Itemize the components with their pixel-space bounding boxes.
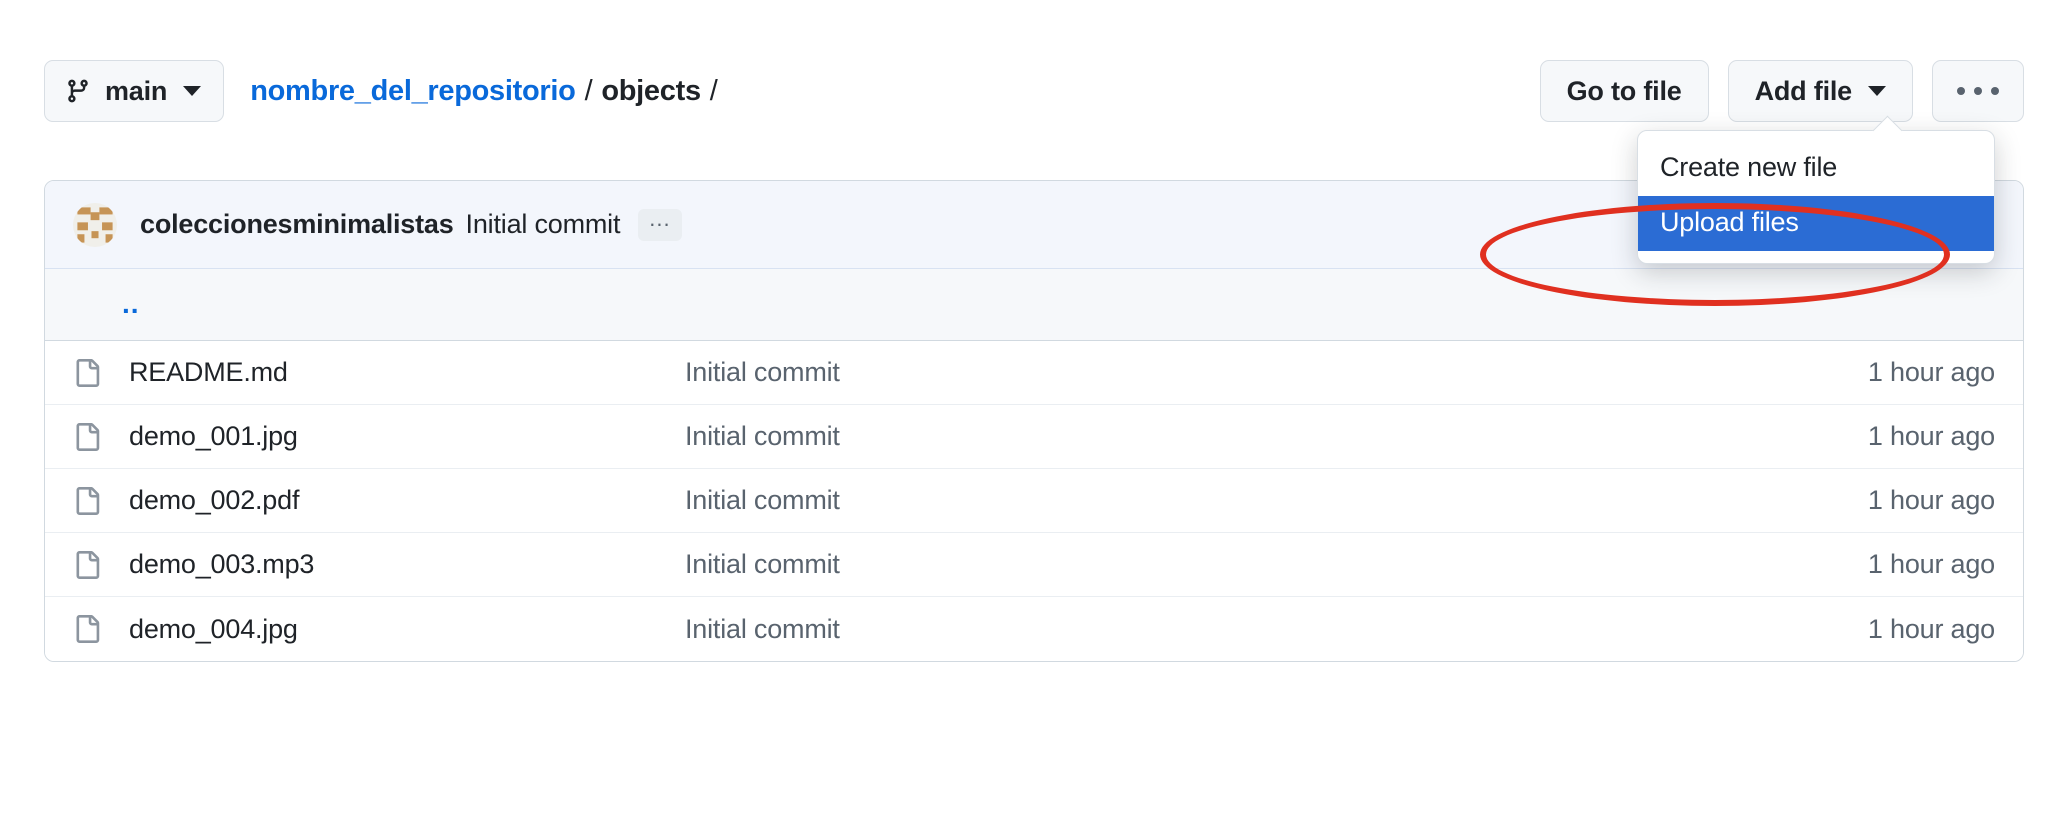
table-row[interactable]: demo_002.pdf Initial commit 1 hour ago	[45, 469, 2023, 533]
parent-directory-link[interactable]: ..	[122, 290, 140, 318]
breadcrumb-repo-link[interactable]: nombre_del_repositorio	[250, 75, 576, 108]
file-commit-message[interactable]: Initial commit	[685, 614, 1693, 645]
branch-selector-button[interactable]: main	[44, 60, 225, 122]
file-commit-message[interactable]: Initial commit	[685, 485, 1693, 516]
chevron-down-icon	[1868, 86, 1886, 96]
menu-item-create-new-file[interactable]: Create new file	[1638, 141, 1994, 196]
breadcrumb-current-directory: objects	[601, 74, 701, 107]
file-name-cell: demo_001.jpg	[45, 421, 685, 453]
menu-item-upload-files[interactable]: Upload files	[1638, 196, 1994, 251]
toolbar-actions: Go to file Add file Create new file Uplo…	[1539, 60, 2024, 264]
file-commit-time: 1 hour ago	[1867, 485, 1995, 515]
breadcrumb-separator: /	[584, 74, 593, 107]
table-row[interactable]: demo_004.jpg Initial commit 1 hour ago	[45, 597, 2023, 661]
commit-details-ellipsis-button[interactable]: ...	[638, 208, 682, 241]
file-name-link[interactable]: demo_002.pdf	[129, 485, 299, 516]
file-commit-message[interactable]: Initial commit	[685, 421, 1693, 452]
add-file-dropdown-menu: Create new file Upload files	[1637, 130, 1995, 264]
go-to-file-button[interactable]: Go to file	[1539, 60, 1709, 122]
file-name-cell: README.md	[45, 357, 685, 389]
file-icon	[76, 550, 100, 579]
file-commit-time: 1 hour ago	[1867, 421, 1995, 451]
kebab-dot-icon	[1991, 87, 1999, 95]
breadcrumb-trailing-separator: /	[709, 74, 718, 107]
repository-toolbar: main nombre_del_repositorio / objects / …	[44, 60, 2024, 264]
file-icon	[76, 422, 100, 451]
git-branch-icon	[68, 79, 88, 103]
file-rows-container: README.md Initial commit 1 hour ago demo…	[45, 341, 2023, 661]
file-name-cell: demo_004.jpg	[45, 613, 685, 645]
repository-file-browser: main nombre_del_repositorio / objects / …	[0, 0, 2068, 838]
table-row[interactable]: README.md Initial commit 1 hour ago	[45, 341, 2023, 405]
more-options-button[interactable]	[1932, 60, 2024, 122]
file-name-link[interactable]: demo_004.jpg	[129, 614, 298, 645]
file-commit-time: 1 hour ago	[1867, 357, 1995, 387]
breadcrumb: nombre_del_repositorio / objects /	[250, 75, 726, 108]
file-icon	[76, 358, 100, 387]
file-commit-time: 1 hour ago	[1867, 549, 1995, 579]
chevron-down-icon	[183, 86, 202, 96]
file-name-link[interactable]: demo_003.mp3	[129, 549, 314, 580]
file-icon	[76, 486, 100, 515]
table-row[interactable]: demo_003.mp3 Initial commit 1 hour ago	[45, 533, 2023, 597]
add-file-menu-wrapper: Add file Create new file Upload files	[1637, 60, 1995, 264]
add-file-label: Add file	[1754, 75, 1853, 106]
file-name-cell: demo_002.pdf	[45, 485, 685, 517]
file-commit-time: 1 hour ago	[1867, 613, 1995, 644]
commit-message-link[interactable]: Initial commit	[466, 209, 621, 240]
kebab-dot-icon	[1974, 87, 1982, 95]
file-name-link[interactable]: demo_001.jpg	[129, 421, 298, 452]
file-icon	[76, 615, 100, 643]
avatar[interactable]	[73, 202, 117, 247]
table-row[interactable]: demo_001.jpg Initial commit 1 hour ago	[45, 405, 2023, 469]
file-commit-message[interactable]: Initial commit	[685, 357, 1693, 388]
file-name-link[interactable]: README.md	[129, 357, 288, 388]
kebab-dot-icon	[1957, 87, 1965, 95]
file-commit-message[interactable]: Initial commit	[685, 549, 1693, 580]
branch-name-label: main	[105, 75, 168, 106]
parent-directory-row[interactable]: ..	[45, 269, 2023, 341]
file-name-cell: demo_003.mp3	[45, 549, 685, 581]
add-file-button[interactable]: Add file	[1727, 60, 1913, 122]
commit-author-link[interactable]: coleccionesminimalistas	[140, 209, 454, 240]
